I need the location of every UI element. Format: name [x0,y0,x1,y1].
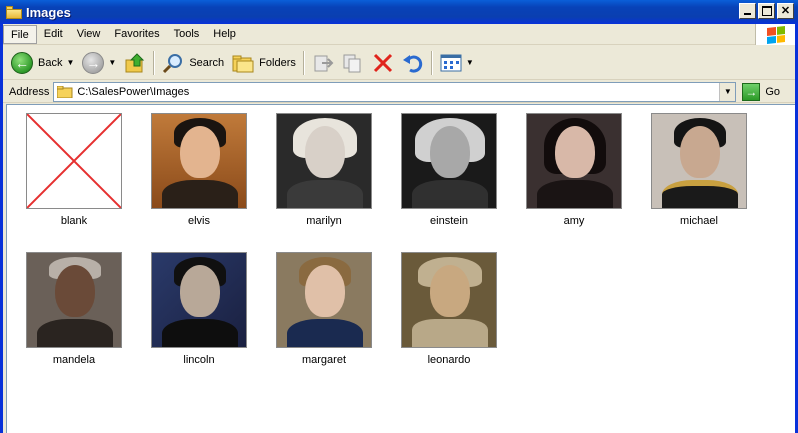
thumbnail-item[interactable]: marilyn [274,113,374,227]
back-arrow-icon: ← [11,51,33,74]
views-dropdown-icon[interactable]: ▼ [466,58,474,67]
file-name: lincoln [183,354,215,366]
photo-thumbnail [151,252,247,348]
photo-thumbnail [651,113,747,209]
photo-thumbnail [276,252,372,348]
folders-icon [232,55,254,72]
thumbnail-item[interactable]: einstein [399,113,499,227]
back-button[interactable]: ← Back ▼ [7,49,78,77]
menu-tools[interactable]: Tools [167,25,207,44]
copy-to-button[interactable] [338,49,368,77]
views-icon [440,54,462,71]
photo-thumbnail [401,113,497,209]
go-label: Go [765,85,781,98]
file-name: michael [680,215,718,227]
search-button[interactable]: Search [158,49,228,77]
address-dropdown-icon[interactable]: ▼ [719,82,736,101]
views-button[interactable]: ▼ [436,49,478,77]
thumbnail-item[interactable]: margaret [274,252,374,366]
menu-help[interactable]: Help [206,25,243,44]
go-arrow-icon: → [742,82,761,101]
file-name: elvis [187,215,210,227]
forward-dropdown-icon[interactable]: ▼ [108,58,116,67]
close-button[interactable]: ✕ [777,3,794,19]
forward-button[interactable]: → ▼ [78,49,120,77]
folders-button[interactable]: Folders [228,49,300,77]
file-name: blank [60,215,88,227]
menu-view[interactable]: View [70,25,108,44]
photo-thumbnail [151,113,247,209]
search-label: Search [189,56,225,69]
window-title: Images [26,4,71,20]
minimize-button[interactable] [739,3,756,19]
back-label: Back [38,56,63,69]
thumbnail-item[interactable]: michael [649,113,749,227]
address-field[interactable]: C:\SalesPower\Images ▼ [53,81,737,102]
file-name: marilyn [306,215,342,227]
title-bar[interactable]: Images ✕ [0,0,798,24]
menu-edit[interactable]: Edit [37,25,70,44]
move-to-icon [314,55,334,71]
copy-to-icon [343,54,361,72]
thumbnail-item[interactable]: elvis [149,113,249,227]
up-folder-icon [125,52,145,72]
menu-bar: File Edit View Favorites Tools Help [3,24,795,45]
thumbnail-item[interactable]: mandela [24,252,124,366]
file-name: amy [563,215,585,227]
folder-icon [6,5,22,19]
photo-thumbnail [276,113,372,209]
undo-icon [402,54,423,73]
thumbnail-item[interactable]: lincoln [149,252,249,366]
address-bar: Address C:\SalesPower\Images ▼ → Go [3,81,795,103]
search-icon [163,53,183,73]
up-folder-button[interactable] [120,49,150,77]
file-name: mandela [52,354,96,366]
menu-file[interactable]: File [3,24,37,44]
address-label: Address [9,85,50,98]
explorer-window: Images ✕ File Edit View Favorites Tools … [0,0,798,433]
maximize-button[interactable] [758,3,775,19]
thumbnail-item[interactable]: amy [524,113,624,227]
blank-thumbnail [26,113,122,209]
go-button[interactable]: → Go [742,82,781,101]
folders-label: Folders [259,56,296,69]
photo-thumbnail [526,113,622,209]
address-path: C:\SalesPower\Images [77,85,190,98]
undo-button[interactable] [398,49,428,77]
move-to-button[interactable] [308,49,338,77]
standard-toolbar: ← Back ▼ → ▼ Search Folders ▼ [3,46,795,80]
delete-button[interactable] [368,49,398,77]
menu-favorites[interactable]: Favorites [107,25,166,44]
file-name: einstein [430,215,468,227]
folder-icon [56,85,73,98]
delete-icon [373,53,392,72]
thumbnail-item[interactable]: blank [24,113,124,227]
file-name: leonardo [427,354,471,366]
photo-thumbnail [26,252,122,348]
back-dropdown-icon[interactable]: ▼ [66,58,74,67]
file-list-view[interactable]: blank elvis marilyn einstein amy michael… [6,104,795,433]
thumbnail-item[interactable]: leonardo [399,252,499,366]
windows-logo-icon [755,24,795,45]
forward-arrow-icon: → [82,51,105,74]
file-name: margaret [301,354,347,366]
photo-thumbnail [401,252,497,348]
